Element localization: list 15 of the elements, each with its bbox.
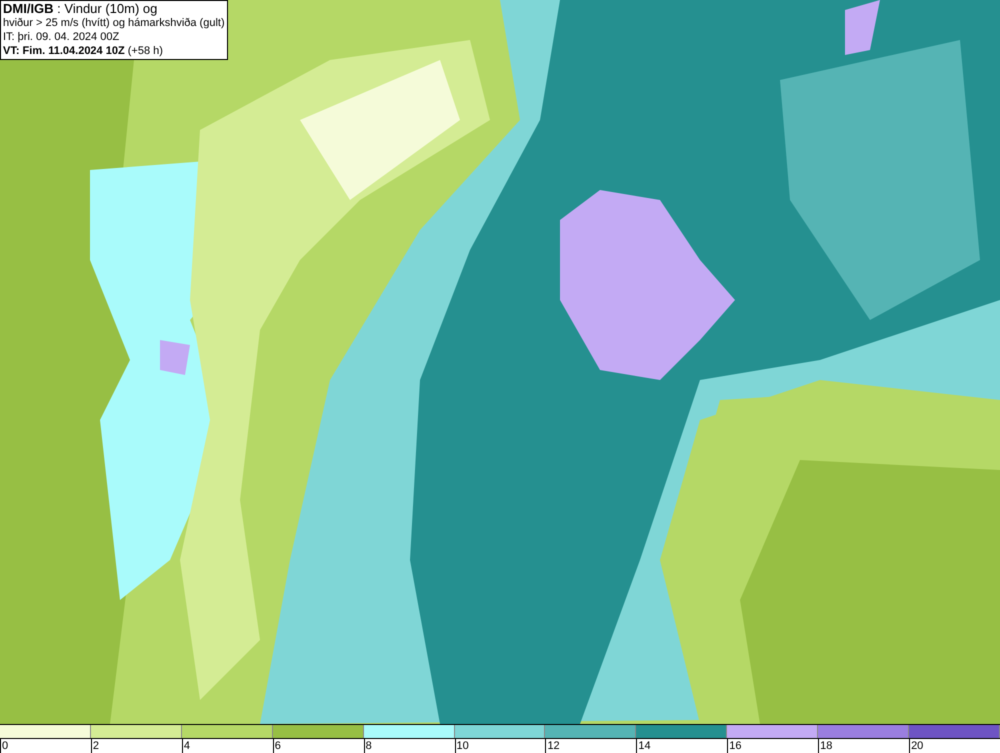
- legend-tick-label: 2: [92, 740, 100, 752]
- title-line: DMI/IGB : Vindur (10m) og: [3, 2, 158, 16]
- title-line: VT: Fim. 11.04.2024 10Z (+58 h): [3, 44, 164, 58]
- legend-tick-label: 6: [274, 740, 281, 752]
- legend-tick-label: 16: [729, 740, 742, 752]
- legend-tick-label: 20: [911, 740, 924, 752]
- legend-tick-label: 4: [184, 740, 190, 752]
- legend-tick-label: 10: [456, 740, 469, 752]
- legend-tick-label: 0: [2, 740, 8, 752]
- legend-tick-label: 8: [366, 740, 372, 752]
- title-line: hviður > 25 m/s (hvítt) og hámarkshviða (gult): [3, 16, 225, 30]
- legend-tick-label: 18: [820, 740, 832, 752]
- legend-tick-label: 12: [547, 740, 560, 752]
- title-line: IT: þri. 09. 04. 2024 00Z: [3, 30, 120, 44]
- legend-tick-label: 14: [638, 740, 651, 752]
